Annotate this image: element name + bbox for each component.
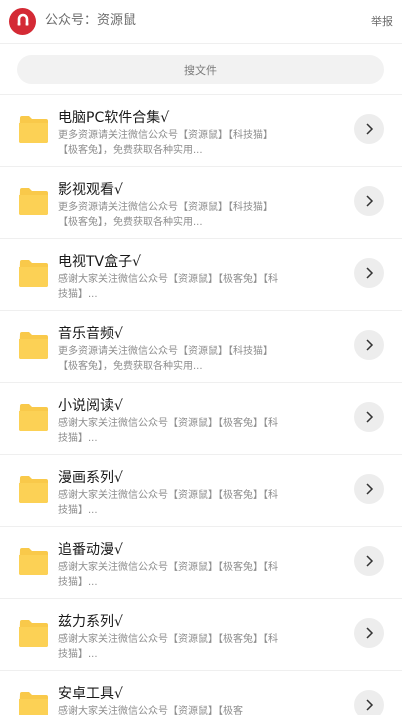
open-button[interactable] (354, 690, 384, 715)
chevron-right-icon (364, 552, 374, 571)
folder-icon (18, 259, 49, 288)
open-button[interactable] (354, 474, 384, 504)
folder-icon (18, 619, 49, 648)
item-description: 感谢大家关注微信公众号【资源鼠】【极客兔】【科技猫】... (58, 418, 278, 444)
list-item[interactable]: 电脑PC软件合集√ 更多资源请关注微信公众号【资源鼠】【科技猫】【极客兔】，免费… (0, 94, 402, 166)
chevron-right-icon (364, 624, 374, 643)
folder-icon (18, 691, 49, 715)
item-title: 电脑PC软件合集√ (58, 110, 170, 126)
chevron-right-icon (364, 408, 374, 427)
item-description: 更多资源请关注微信公众号【资源鼠】【科技猫】【极客兔】，免费获取各种实用... (58, 346, 273, 372)
open-button[interactable] (354, 546, 384, 576)
report-link[interactable]: 举报 (371, 15, 393, 29)
item-title: 兹力系列√ (58, 614, 123, 630)
folder-icon (18, 547, 49, 576)
item-title: 电视TV盒子√ (58, 254, 142, 270)
avatar[interactable] (9, 8, 36, 35)
item-description: 感谢大家关注微信公众号【资源鼠】【极客兔】【科技猫】... (58, 634, 278, 660)
folder-icon (18, 331, 49, 360)
item-title: 安卓工具√ (58, 686, 123, 702)
chevron-right-icon (364, 480, 374, 499)
file-list: 电脑PC软件合集√ 更多资源请关注微信公众号【资源鼠】【科技猫】【极客兔】，免费… (0, 94, 402, 715)
chevron-right-icon (364, 264, 374, 283)
item-title: 小说阅读√ (58, 398, 123, 414)
folder-icon (18, 115, 49, 144)
item-description: 感谢大家关注微信公众号【资源鼠】【极客兔】【科技猫】... (58, 274, 278, 300)
chevron-right-icon (364, 192, 374, 211)
list-item[interactable]: 影视观看√ 更多资源请关注微信公众号【资源鼠】【科技猫】【极客兔】，免费获取各种… (0, 166, 402, 238)
item-title: 音乐音频√ (58, 326, 123, 342)
open-button[interactable] (354, 258, 384, 288)
item-description: 感谢大家关注微信公众号【资源鼠】【极客兔】【科技猫】... (58, 490, 278, 516)
open-button[interactable] (354, 186, 384, 216)
item-title: 影视观看√ (58, 182, 123, 198)
list-item[interactable]: 兹力系列√ 感谢大家关注微信公众号【资源鼠】【极客兔】【科技猫】... (0, 598, 402, 670)
item-description: 感谢大家关注微信公众号【资源鼠】【极客 (58, 706, 243, 715)
header: 公众号：资源鼠 举报 (0, 0, 402, 44)
page: 公众号：资源鼠 举报 搜文件 电脑PC软件合集√ 更多资源请关注微信公众号【资源… (0, 0, 402, 715)
folder-icon (18, 403, 49, 432)
folder-icon (18, 475, 49, 504)
item-description: 更多资源请关注微信公众号【资源鼠】【科技猫】【极客兔】，免费获取各种实用... (58, 202, 273, 228)
search-placeholder: 搜文件 (184, 63, 217, 77)
search-input[interactable]: 搜文件 (17, 55, 384, 84)
magnet-icon (15, 12, 31, 32)
chevron-right-icon (364, 696, 374, 715)
list-item[interactable]: 小说阅读√ 感谢大家关注微信公众号【资源鼠】【极客兔】【科技猫】... (0, 382, 402, 454)
folder-icon (18, 187, 49, 216)
item-description: 感谢大家关注微信公众号【资源鼠】【极客兔】【科技猫】... (58, 562, 278, 588)
chevron-right-icon (364, 120, 374, 139)
item-description: 更多资源请关注微信公众号【资源鼠】【科技猫】【极客兔】，免费获取各种实用... (58, 130, 273, 156)
page-title: 公众号：资源鼠 (45, 13, 137, 28)
open-button[interactable] (354, 618, 384, 648)
list-item[interactable]: 追番动漫√ 感谢大家关注微信公众号【资源鼠】【极客兔】【科技猫】... (0, 526, 402, 598)
open-button[interactable] (354, 114, 384, 144)
list-item[interactable]: 漫画系列√ 感谢大家关注微信公众号【资源鼠】【极客兔】【科技猫】... (0, 454, 402, 526)
list-item[interactable]: 电视TV盒子√ 感谢大家关注微信公众号【资源鼠】【极客兔】【科技猫】... (0, 238, 402, 310)
open-button[interactable] (354, 402, 384, 432)
item-title: 漫画系列√ (58, 470, 123, 486)
list-item[interactable]: 安卓工具√ 感谢大家关注微信公众号【资源鼠】【极客 (0, 670, 402, 715)
open-button[interactable] (354, 330, 384, 360)
list-item[interactable]: 音乐音频√ 更多资源请关注微信公众号【资源鼠】【科技猫】【极客兔】，免费获取各种… (0, 310, 402, 382)
chevron-right-icon (364, 336, 374, 355)
item-title: 追番动漫√ (58, 542, 123, 558)
